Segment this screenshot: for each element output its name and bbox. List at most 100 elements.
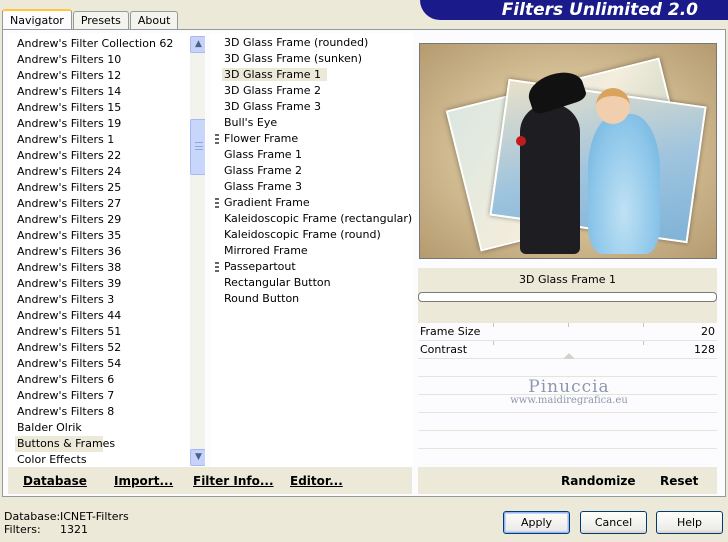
preview-image [419, 43, 717, 259]
filter-item-label: Rectangular Button [224, 276, 331, 289]
filter-info-button[interactable]: Filter Info... [193, 474, 274, 488]
category-item[interactable]: Andrew's Filters 3 [15, 292, 189, 308]
filter-item-label: Flower Frame [224, 132, 299, 145]
filter-item[interactable]: Glass Frame 3 [214, 179, 412, 195]
category-item[interactable]: Andrew's Filters 12 [15, 68, 189, 84]
category-item[interactable]: Andrew's Filters 29 [15, 212, 189, 228]
category-list[interactable]: Andrew's Filter Collection 62 Andrew's Fi… [8, 33, 206, 467]
category-item[interactable]: Andrew's Filters 54 [15, 356, 189, 372]
category-items: Andrew's Filter Collection 62 Andrew's Fi… [15, 36, 189, 466]
filter-name-panel: 3D Glass Frame 1 [418, 268, 717, 323]
category-item[interactable]: Andrew's Filters 27 [15, 196, 189, 212]
tab-navigator[interactable]: Navigator [2, 9, 72, 31]
filter-item[interactable]: Kaleidoscopic Frame (rectangular) [214, 211, 412, 227]
navigator-button-bar: Database Import... Filter Info... Editor… [8, 467, 412, 494]
filter-item[interactable]: Mirrored Frame [214, 243, 412, 259]
filter-item[interactable]: 3D Glass Frame 2 [214, 83, 412, 99]
filter-item-label: 3D Glass Frame 1 [222, 68, 328, 81]
filter-item[interactable]: 3D Glass Frame 1 [214, 67, 412, 83]
filter-list[interactable]: 3D Glass Frame (rounded) 3D Glass Frame (… [210, 33, 413, 467]
filter-group-marker-icon [215, 134, 219, 144]
filter-item[interactable]: Kaleidoscopic Frame (round) [214, 227, 412, 243]
category-item[interactable]: Andrew's Filters 36 [15, 244, 189, 260]
slider-contrast[interactable]: Contrast 128 [418, 341, 717, 359]
watermark-name: Pinuccia [528, 377, 610, 397]
filters-count-value: 1321 [60, 523, 88, 536]
filter-item[interactable]: Glass Frame 2 [214, 163, 412, 179]
editor-button[interactable]: Editor... [290, 474, 343, 488]
category-item[interactable]: Andrew's Filters 6 [15, 372, 189, 388]
preview-figure-boy [520, 104, 580, 254]
tab-bar: Navigator Presets About [2, 8, 179, 31]
app-title-banner: Filters Unlimited 2.0 [420, 0, 728, 20]
slider-tick [643, 323, 644, 327]
category-item[interactable]: Andrew's Filters 35 [15, 228, 189, 244]
watermark: Pinuccia www.maidiregrafica.eu [494, 377, 644, 406]
apply-button[interactable]: Apply [503, 511, 570, 534]
category-item[interactable]: Andrew's Filters 24 [15, 164, 189, 180]
preview-girl-head [596, 88, 630, 124]
category-item[interactable]: Andrew's Filters 14 [15, 84, 189, 100]
category-item[interactable]: Color Effects [15, 452, 189, 466]
filter-group-marker-icon [215, 198, 219, 208]
filter-item-label: 3D Glass Frame 2 [224, 84, 322, 97]
filter-item[interactable]: 3D Glass Frame 3 [214, 99, 412, 115]
filter-item[interactable]: Passepartout [214, 259, 412, 275]
category-item[interactable]: Andrew's Filters 10 [15, 52, 189, 68]
filter-item-label: Kaleidoscopic Frame (round) [224, 228, 381, 241]
filter-item-label: Glass Frame 3 [224, 180, 303, 193]
slider-frame-size[interactable]: Frame Size 20 [418, 323, 717, 341]
category-item[interactable]: Andrew's Filters 51 [15, 324, 189, 340]
filter-item-label: Kaleidoscopic Frame (rectangular) [224, 212, 413, 225]
slider-tick [643, 341, 644, 345]
category-item[interactable]: Andrew's Filters 15 [15, 100, 189, 116]
category-item[interactable]: Andrew's Filters 7 [15, 388, 189, 404]
randomize-button[interactable]: Randomize [561, 474, 635, 488]
category-item[interactable]: Andrew's Filters 8 [15, 404, 189, 420]
category-item[interactable]: Balder Olrik [15, 420, 189, 436]
slider-tick [493, 323, 494, 327]
cancel-button[interactable]: Cancel [580, 511, 647, 534]
import-button[interactable]: Import... [114, 474, 173, 488]
category-item[interactable]: Andrew's Filters 52 [15, 340, 189, 356]
chevron-up-icon: ▲ [195, 39, 202, 49]
slider-empty [418, 359, 717, 377]
slider-value: 20 [701, 325, 715, 338]
category-item[interactable]: Andrew's Filters 39 [15, 276, 189, 292]
filter-item[interactable]: Glass Frame 1 [214, 147, 412, 163]
filter-item-label: 3D Glass Frame (rounded) [224, 36, 369, 49]
reset-button[interactable]: Reset [660, 474, 698, 488]
category-item[interactable]: Andrew's Filters 22 [15, 148, 189, 164]
filter-item[interactable]: 3D Glass Frame (sunken) [214, 51, 412, 67]
filter-item[interactable]: Rectangular Button [214, 275, 412, 291]
scroll-up-button[interactable]: ▲ [190, 36, 205, 53]
filter-items: 3D Glass Frame (rounded) 3D Glass Frame (… [214, 35, 412, 307]
category-item[interactable]: Andrew's Filters 25 [15, 180, 189, 196]
scroll-thumb[interactable] [190, 119, 205, 175]
help-button[interactable]: Help [656, 511, 723, 534]
preview-figure-girl [588, 114, 660, 254]
tab-about[interactable]: About [129, 11, 179, 30]
filter-item-label: Bull's Eye [224, 116, 278, 129]
category-scrollbar[interactable]: ▲ ▼ [190, 36, 205, 466]
slider-tick [568, 323, 569, 327]
filter-item-label: Gradient Frame [224, 196, 310, 209]
database-button[interactable]: Database [23, 474, 87, 488]
filter-item[interactable]: Round Button [214, 291, 412, 307]
slider-label: Frame Size [420, 325, 481, 338]
filter-item-label: Glass Frame 2 [224, 164, 303, 177]
category-item[interactable]: Andrew's Filters 19 [15, 116, 189, 132]
database-label: Database: [4, 510, 61, 523]
category-item[interactable]: Andrew's Filter Collection 62 [15, 36, 189, 52]
filter-item[interactable]: Flower Frame [214, 131, 412, 147]
filter-item[interactable]: Bull's Eye [214, 115, 412, 131]
tab-presets[interactable]: Presets [72, 11, 129, 30]
category-item[interactable]: Andrew's Filters 1 [15, 132, 189, 148]
category-item[interactable]: Andrew's Filters 38 [15, 260, 189, 276]
category-item[interactable]: Buttons & Frames [15, 436, 115, 452]
scroll-down-button[interactable]: ▼ [190, 449, 205, 466]
status-info: Database:ICNET-Filters Filters: 1321 [4, 510, 129, 536]
filter-item[interactable]: 3D Glass Frame (rounded) [214, 35, 412, 51]
category-item[interactable]: Andrew's Filters 44 [15, 308, 189, 324]
filter-item[interactable]: Gradient Frame [214, 195, 412, 211]
